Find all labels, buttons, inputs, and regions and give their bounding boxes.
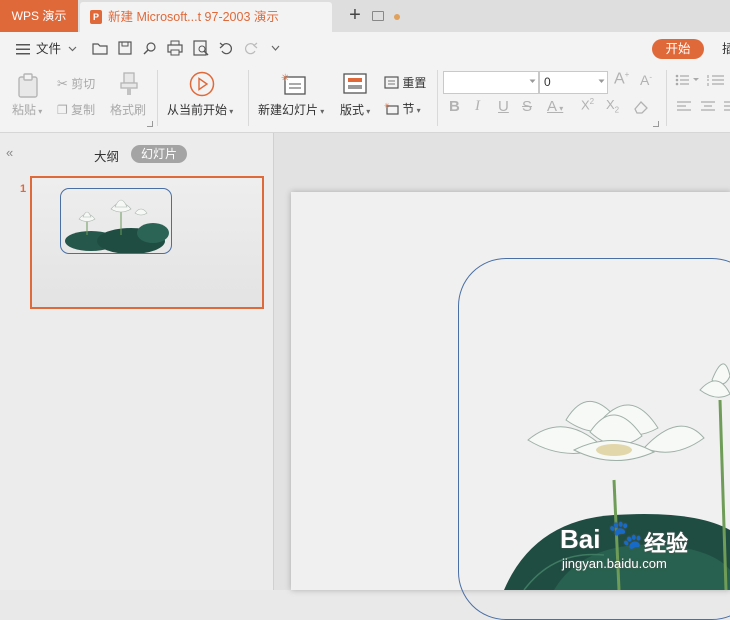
decrease-font-icon[interactable]: A-: [640, 72, 652, 88]
save-icon[interactable]: [118, 41, 132, 55]
section-label: 节: [402, 102, 415, 116]
new-slide-dropdown-icon: ▾: [318, 107, 325, 116]
format-painter-icon: [120, 72, 138, 95]
layout-label: 版式: [340, 103, 365, 117]
print-preview-icon[interactable]: [193, 40, 209, 56]
watermark-brand-suffix: 经验: [644, 531, 689, 556]
new-slide-label: 新建幻灯片: [258, 103, 319, 117]
chevron-down-icon: [529, 79, 536, 83]
align-center-icon[interactable]: [701, 101, 715, 113]
customize-chevron-icon[interactable]: [271, 45, 280, 52]
increase-font-icon[interactable]: A+: [614, 70, 629, 88]
ribbon-divider: [666, 70, 667, 126]
paste-dropdown-icon: ▾: [36, 107, 43, 116]
tab-outline[interactable]: 大纲: [94, 146, 119, 165]
new-tab-button[interactable]: +: [344, 4, 366, 28]
section-button[interactable]: ✳ 节 ▾: [384, 100, 421, 117]
font-name-select[interactable]: [443, 71, 539, 94]
play-dropdown-icon: ▾: [227, 107, 234, 116]
find-icon[interactable]: [143, 41, 157, 55]
chevron-down-icon: [68, 46, 77, 52]
format-painter-button[interactable]: 格式刷: [110, 101, 146, 118]
svg-text:✳: ✳: [281, 73, 289, 84]
watermark-brand: Bai: [560, 524, 601, 554]
undo-icon[interactable]: [219, 41, 233, 55]
document-tab-title: 新建 Microsoft...t 97-2003 演示: [108, 10, 279, 24]
scissors-icon: ✂: [57, 76, 68, 91]
bullets-icon[interactable]: [675, 73, 701, 87]
ribbon-divider: [157, 70, 158, 126]
reset-button[interactable]: 重置: [384, 74, 426, 91]
cut-button[interactable]: ✂ 剪切: [57, 75, 95, 92]
align-right-icon[interactable]: [724, 101, 730, 113]
font-size-value: 0: [544, 75, 551, 89]
section-dropdown-icon: ▾: [414, 106, 421, 115]
play-from-current-button[interactable]: 从当前开始 ▾: [167, 101, 233, 118]
subscript-icon[interactable]: X2: [606, 97, 619, 115]
section-icon: ✳: [384, 102, 399, 115]
tab-start[interactable]: 开始: [652, 39, 704, 59]
new-slide-button[interactable]: 新建幻灯片 ▾: [258, 101, 324, 118]
ribbon-divider: [437, 70, 438, 126]
tab-slides[interactable]: 幻灯片: [131, 145, 187, 163]
play-icon: [189, 71, 215, 97]
play-from-current-label: 从当前开始: [167, 103, 228, 117]
copy-icon: ❐: [57, 103, 68, 117]
paste-button[interactable]: 粘贴 ▾: [12, 101, 42, 118]
document-tab[interactable]: P 新建 Microsoft...t 97-2003 演示: [80, 2, 400, 32]
thumbnail-lotus-image: [60, 188, 172, 254]
cut-label: 剪切: [71, 77, 96, 91]
reset-icon: [384, 76, 399, 89]
menu-icon: [16, 44, 30, 55]
strikethrough-icon[interactable]: S: [522, 98, 532, 115]
align-left-icon[interactable]: [677, 101, 691, 113]
presentation-file-icon: P: [90, 10, 102, 24]
watermark: Bai 🐾 经验 jingyan.baidu.com: [560, 519, 730, 576]
redo-icon: [245, 42, 258, 55]
copy-button[interactable]: ❐ 复制: [57, 101, 95, 118]
dialog-launcher-icon[interactable]: [147, 121, 153, 127]
tab-insert[interactable]: 插: [722, 39, 730, 59]
underline-icon[interactable]: U: [498, 98, 509, 115]
superscript-icon[interactable]: X2: [581, 97, 594, 112]
copy-label: 复制: [71, 103, 96, 117]
clear-format-icon[interactable]: [633, 100, 649, 114]
new-slide-icon: ✳: [281, 73, 306, 95]
font-color-icon[interactable]: A ▾: [547, 98, 563, 115]
numbering-icon[interactable]: [707, 73, 730, 87]
layout-icon: [343, 73, 367, 94]
italic-icon[interactable]: I: [475, 98, 480, 115]
monitor-icon[interactable]: [372, 11, 384, 21]
unsaved-dot-icon: [394, 14, 400, 20]
paw-icon: 🐾: [608, 519, 643, 550]
file-menu-label: 文件: [36, 42, 62, 56]
svg-text:✳: ✳: [384, 102, 390, 110]
paste-label: 粘贴: [12, 103, 37, 117]
reset-label: 重置: [402, 76, 427, 90]
layout-button[interactable]: 版式 ▾: [340, 101, 370, 118]
paste-icon: [18, 73, 38, 98]
chevron-down-icon: [598, 79, 605, 83]
collapse-panel-icon[interactable]: «: [6, 145, 13, 160]
open-folder-icon[interactable]: [92, 41, 108, 55]
dialog-launcher-icon[interactable]: [653, 121, 659, 127]
watermark-url: jingyan.baidu.com: [562, 556, 667, 571]
layout-dropdown-icon: ▾: [364, 107, 371, 116]
app-tab-wps[interactable]: WPS 演示: [0, 0, 78, 32]
print-icon[interactable]: [167, 40, 183, 56]
file-menu-button[interactable]: 文件: [12, 39, 82, 59]
slide-number: 1: [20, 183, 27, 195]
bold-icon[interactable]: B: [449, 98, 460, 115]
ribbon-divider: [248, 70, 249, 126]
quick-access-bar: [0, 32, 730, 64]
